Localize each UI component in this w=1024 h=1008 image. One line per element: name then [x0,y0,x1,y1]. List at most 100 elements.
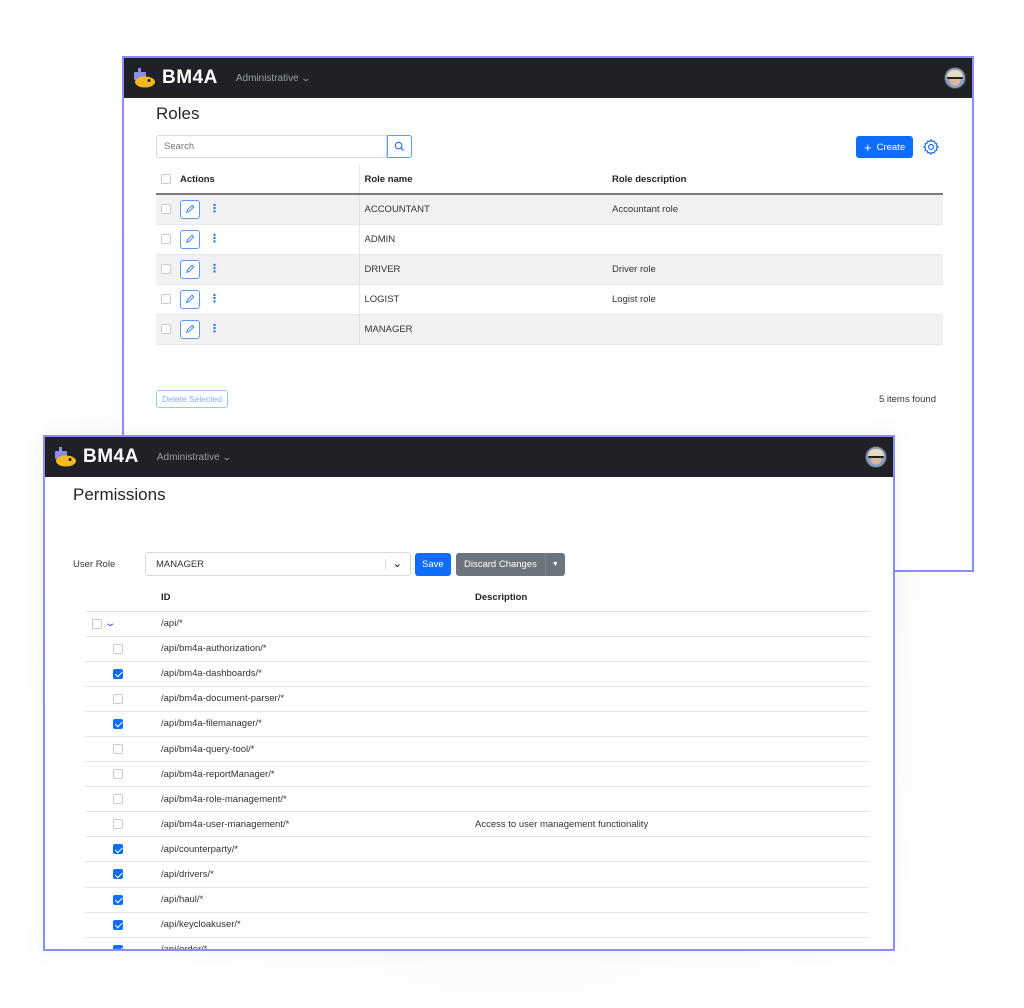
administrative-menu[interactable]: Administrative ⌄ [156,451,232,463]
table-header-row: ID Description [85,584,869,612]
brand-logo[interactable]: BM4A [162,67,218,89]
table-row: /api/counterparty/* [85,836,869,863]
row-checkbox[interactable] [161,204,171,215]
navbar: BM4A Administrative ⌄ [124,58,972,98]
pencil-icon [186,234,195,243]
select-cell [85,861,156,888]
permission-checkbox[interactable] [113,819,123,830]
discard-changes-button[interactable]: Discard Changes [456,553,545,576]
permissions-window: BM4A Administrative ⌄ Permissions User R… [43,435,895,951]
save-button[interactable]: Save [415,553,451,576]
chevron-down-icon[interactable]: ⌄ [104,618,117,629]
role-name-cell: LOGIST [359,284,607,315]
column-header-role-name[interactable]: Role name [359,165,607,195]
permission-id-cell: /api/counterparty/* [156,836,470,863]
avatar[interactable] [865,446,887,468]
edit-button[interactable] [180,199,200,219]
edit-button[interactable] [180,259,200,279]
select-cell [85,912,156,938]
select-cell [85,811,156,838]
table-row: ⋮ ACCOUNTANT Accountant role [156,194,943,225]
avatar[interactable] [944,67,966,89]
root-select-cell: ⌄ [85,611,156,637]
select-cell [85,761,156,788]
permission-checkbox[interactable] [113,693,123,704]
permission-checkbox[interactable] [113,643,123,654]
search-button[interactable] [387,135,412,158]
permission-description-cell [470,711,869,737]
root-checkbox[interactable] [92,618,102,629]
row-checkbox[interactable] [161,294,171,304]
permission-checkbox[interactable] [113,769,123,780]
select-cell [85,937,156,949]
administrative-menu-label: Administrative [156,451,220,463]
navbar: BM4A Administrative ⌄ [45,437,893,477]
column-header-actions: Actions [156,165,360,195]
role-description-cell: Driver role [607,254,943,285]
brand-logo[interactable]: BM4A [83,446,139,468]
table-row: /api/bm4a-role-management/* [85,786,869,813]
role-name-cell: ADMIN [359,224,607,255]
pencil-icon [186,264,195,273]
actions-cell: ⋮ [156,284,360,315]
column-header-role-description[interactable]: Role description [607,165,943,195]
user-role-select[interactable]: MANAGER ⌄ [145,552,411,576]
administrative-menu[interactable]: Administrative ⌄ [236,73,311,84]
edit-button[interactable] [180,289,200,309]
tree-root-row: ⌄ /api/* [85,611,869,637]
permission-checkbox[interactable] [113,894,123,905]
permissions-table: ID Description ⌄ /api/* /api/bm4a-author… [85,584,869,949]
select-all-checkbox[interactable] [161,174,171,184]
permission-id-cell: /api/order/* [156,937,470,949]
permission-checkbox[interactable] [113,744,123,754]
create-button[interactable]: + Create [856,136,914,158]
search-input[interactable] [156,135,387,158]
column-header-label: Actions [180,173,215,185]
role-name-cell: ACCOUNTANT [359,194,607,225]
search-group [156,135,412,158]
more-vertical-icon[interactable]: ⋮ [209,233,220,245]
permission-id-cell: /api/bm4a-reportManager/* [156,761,470,788]
more-vertical-icon[interactable]: ⋮ [209,263,220,275]
table-row: /api/bm4a-reportManager/* [85,761,869,788]
column-header-description: Description [470,584,869,612]
permission-description-cell [470,736,869,763]
permission-checkbox[interactable] [113,919,123,930]
permission-description-cell [470,636,869,662]
permission-checkbox[interactable] [113,944,123,949]
more-vertical-icon[interactable]: ⋮ [209,323,220,335]
permission-description-cell [470,912,869,938]
permission-id-cell: /api/bm4a-authorization/* [156,636,470,662]
delete-selected-button[interactable]: Delete Selected [156,390,229,408]
permission-checkbox[interactable] [113,718,123,729]
caret-down-icon[interactable]: ▼ [544,553,565,576]
root-id: /api/* [156,611,470,637]
more-vertical-icon[interactable]: ⋮ [209,293,220,305]
role-description-cell [607,314,943,345]
permission-description-cell [470,786,869,813]
select-cell [85,686,156,712]
permission-id-cell: /api/haul/* [156,887,470,913]
permission-checkbox[interactable] [113,668,123,679]
select-cell [85,836,156,863]
row-checkbox[interactable] [161,264,171,274]
permission-id-cell: /api/bm4a-dashboards/* [156,661,470,687]
row-checkbox[interactable] [161,324,171,334]
permission-id-cell: /api/bm4a-role-management/* [156,786,470,813]
permission-checkbox[interactable] [113,869,123,880]
permission-checkbox[interactable] [113,794,123,805]
table-row: /api/bm4a-authorization/* [85,636,869,662]
table-header-row: Actions Role name Role description [156,165,943,195]
edit-button[interactable] [180,229,200,249]
gear-icon[interactable] [922,138,940,156]
chevron-down-icon: ⌄ [392,558,402,570]
more-vertical-icon[interactable]: ⋮ [209,203,220,215]
permission-checkbox[interactable] [113,844,123,855]
user-role-label: User Role [73,559,116,570]
select-cell [85,661,156,687]
edit-button[interactable] [180,319,200,339]
permission-id-cell: /api/bm4a-document-parser/* [156,686,470,712]
table-row: /api/bm4a-filemanager/* [85,711,869,737]
table-row: /api/bm4a-query-tool/* [85,736,869,763]
row-checkbox[interactable] [161,234,171,244]
